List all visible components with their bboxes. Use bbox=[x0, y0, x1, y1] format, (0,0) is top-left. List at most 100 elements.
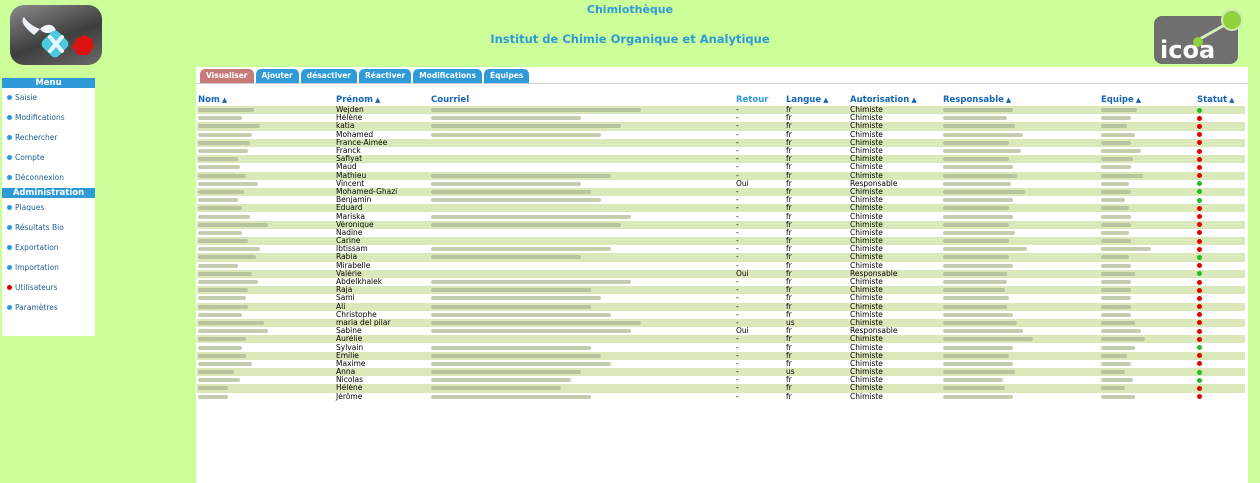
status-green-icon[interactable] bbox=[1197, 254, 1202, 260]
table-row[interactable]: Safiyat - fr Chimiste bbox=[197, 155, 1245, 164]
table-row[interactable]: Sabine Oui fr Responsable bbox=[197, 327, 1245, 336]
table-row[interactable]: Hélène - fr Chimiste bbox=[197, 114, 1245, 123]
tab-equipes[interactable]: Équipes bbox=[483, 69, 530, 83]
column-header-equipe[interactable]: Équipe ▲ bbox=[1100, 95, 1196, 106]
table-row[interactable]: Nicolas - fr Chimiste bbox=[197, 376, 1245, 385]
status-red-icon[interactable] bbox=[1197, 132, 1202, 138]
column-header-prenom[interactable]: Prénom ▲ bbox=[335, 95, 430, 106]
status-red-icon[interactable] bbox=[1197, 115, 1202, 121]
table-row[interactable]: Véronique - fr Chimiste bbox=[197, 220, 1245, 229]
column-header-retour[interactable]: Retour bbox=[735, 95, 785, 106]
status-red-icon[interactable] bbox=[1197, 353, 1202, 359]
status-green-icon[interactable] bbox=[1197, 377, 1202, 383]
table-row[interactable]: Ibtissam - fr Chimiste bbox=[197, 245, 1245, 254]
table-row[interactable]: katia - fr Chimiste bbox=[197, 122, 1245, 131]
table-row[interactable]: Mariska - fr Chimiste bbox=[197, 212, 1245, 221]
status-green-icon[interactable] bbox=[1197, 107, 1202, 113]
status-red-icon[interactable] bbox=[1197, 385, 1202, 391]
table-row[interactable]: Eduard - fr Chimiste bbox=[197, 204, 1245, 213]
status-green-icon[interactable] bbox=[1197, 181, 1202, 187]
status-red-icon[interactable] bbox=[1197, 279, 1202, 285]
status-red-icon[interactable] bbox=[1197, 295, 1202, 301]
status-red-icon[interactable] bbox=[1197, 230, 1202, 236]
status-red-icon[interactable] bbox=[1197, 361, 1202, 367]
status-red-icon[interactable] bbox=[1197, 164, 1202, 170]
sort-arrow-icon[interactable]: ▲ bbox=[823, 96, 828, 104]
tab-modifications[interactable]: Modifications bbox=[413, 69, 482, 83]
tab-visualiser[interactable]: Visualiser bbox=[200, 69, 254, 83]
table-row[interactable]: Emilie - fr Chimiste bbox=[197, 351, 1245, 360]
column-header-statut[interactable]: Statut ▲ bbox=[1196, 95, 1245, 106]
sort-arrow-icon[interactable]: ▲ bbox=[222, 96, 227, 104]
table-row[interactable]: Aurélie - fr Chimiste bbox=[197, 335, 1245, 344]
table-row[interactable]: Wejden - fr Chimiste bbox=[197, 106, 1245, 115]
table-row[interactable]: maria del pilar - us Chimiste bbox=[197, 318, 1245, 328]
table-row[interactable]: France-Aimée - fr Chimiste bbox=[197, 138, 1245, 147]
sidebar-item-parametres[interactable]: Paramètres bbox=[2, 298, 95, 318]
sort-arrow-icon[interactable]: ▲ bbox=[1229, 96, 1234, 104]
status-red-icon[interactable] bbox=[1197, 287, 1202, 293]
sidebar-item-exportation[interactable]: Exportation bbox=[2, 238, 95, 258]
sidebar-item-saisie[interactable]: Saisie bbox=[2, 88, 95, 108]
sidebar-item-deconnexion[interactable]: Déconnexion bbox=[2, 168, 95, 188]
status-red-icon[interactable] bbox=[1197, 222, 1202, 228]
sidebar-item-resultats-bio[interactable]: Résultats Bio bbox=[2, 218, 95, 238]
table-row[interactable]: Sami - fr Chimiste bbox=[197, 294, 1245, 303]
status-red-icon[interactable] bbox=[1197, 263, 1202, 269]
status-red-icon[interactable] bbox=[1197, 214, 1202, 220]
tab-reactiver[interactable]: Réactiver bbox=[359, 69, 412, 83]
table-row[interactable]: Jérôme - fr Chimiste bbox=[197, 392, 1245, 401]
table-row[interactable]: Mohamed - fr Chimiste bbox=[197, 130, 1245, 139]
tab-desactiver[interactable]: désactiver bbox=[300, 69, 358, 83]
sort-arrow-icon[interactable]: ▲ bbox=[911, 96, 916, 104]
table-row[interactable]: Maxime - fr Chimiste bbox=[197, 359, 1245, 368]
status-red-icon[interactable] bbox=[1197, 304, 1202, 310]
table-row[interactable]: Carine - fr Chimiste bbox=[197, 237, 1245, 246]
status-red-icon[interactable] bbox=[1197, 148, 1202, 154]
table-row[interactable]: Rabia - fr Chimiste bbox=[197, 253, 1245, 262]
status-red-icon[interactable] bbox=[1197, 312, 1202, 318]
status-green-icon[interactable] bbox=[1197, 369, 1202, 375]
status-red-icon[interactable] bbox=[1197, 320, 1202, 326]
status-red-icon[interactable] bbox=[1197, 173, 1202, 179]
status-green-icon[interactable] bbox=[1197, 271, 1202, 277]
sidebar-item-importation[interactable]: Importation bbox=[2, 258, 95, 278]
status-red-icon[interactable] bbox=[1197, 123, 1202, 129]
table-row[interactable]: Benjamin - fr Chimiste bbox=[197, 196, 1245, 205]
table-row[interactable]: Valérie Oui fr Responsable bbox=[197, 269, 1245, 278]
column-header-nom[interactable]: Nom ▲ bbox=[197, 95, 335, 106]
table-row[interactable]: Mohamed-Ghazi - fr Chimiste bbox=[197, 187, 1245, 197]
table-row[interactable]: Christophe - fr Chimiste bbox=[197, 310, 1245, 319]
sort-arrow-icon[interactable]: ▲ bbox=[375, 96, 380, 104]
status-red-icon[interactable] bbox=[1197, 238, 1202, 244]
table-row[interactable]: Nadine - fr Chimiste bbox=[197, 228, 1245, 237]
table-row[interactable]: Mirabelle - fr Chimiste bbox=[197, 261, 1245, 270]
status-red-icon[interactable] bbox=[1197, 246, 1202, 252]
table-row[interactable]: Hélène - fr Chimiste bbox=[197, 384, 1245, 393]
status-red-icon[interactable] bbox=[1197, 156, 1202, 162]
sidebar-item-plaques[interactable]: Plaques bbox=[2, 198, 95, 218]
column-header-responsable[interactable]: Responsable ▲ bbox=[942, 95, 1100, 106]
sort-arrow-icon[interactable]: ▲ bbox=[1136, 96, 1141, 104]
sidebar-item-utilisateurs[interactable]: Utilisateurs bbox=[2, 278, 95, 298]
sidebar-item-modifications[interactable]: Modifications bbox=[2, 108, 95, 128]
table-row[interactable]: Ali - fr Chimiste bbox=[197, 302, 1245, 311]
table-row[interactable]: Mathieu - fr Chimiste bbox=[197, 171, 1245, 180]
status-green-icon[interactable] bbox=[1197, 197, 1202, 203]
tab-ajouter[interactable]: Ajouter bbox=[255, 69, 299, 83]
sort-arrow-icon[interactable]: ▲ bbox=[1006, 96, 1011, 104]
sidebar-item-compte[interactable]: Compte bbox=[2, 148, 95, 168]
status-green-icon[interactable] bbox=[1197, 345, 1202, 351]
status-red-icon[interactable] bbox=[1197, 205, 1202, 211]
status-green-icon[interactable] bbox=[1197, 189, 1202, 195]
sidebar-item-rechercher[interactable]: Rechercher bbox=[2, 128, 95, 148]
table-row[interactable]: Raja - fr Chimiste bbox=[197, 286, 1245, 295]
column-header-autorisation[interactable]: Autorisation ▲ bbox=[849, 95, 942, 106]
table-row[interactable]: Maud - fr Chimiste bbox=[197, 163, 1245, 172]
status-red-icon[interactable] bbox=[1197, 394, 1202, 400]
table-row[interactable]: Anna - us Chimiste bbox=[197, 368, 1245, 377]
status-red-icon[interactable] bbox=[1197, 328, 1202, 334]
table-row[interactable]: Sylvain - fr Chimiste bbox=[197, 343, 1245, 352]
column-header-langue[interactable]: Langue ▲ bbox=[785, 95, 849, 106]
table-row[interactable]: Franck - fr Chimiste bbox=[197, 146, 1245, 156]
